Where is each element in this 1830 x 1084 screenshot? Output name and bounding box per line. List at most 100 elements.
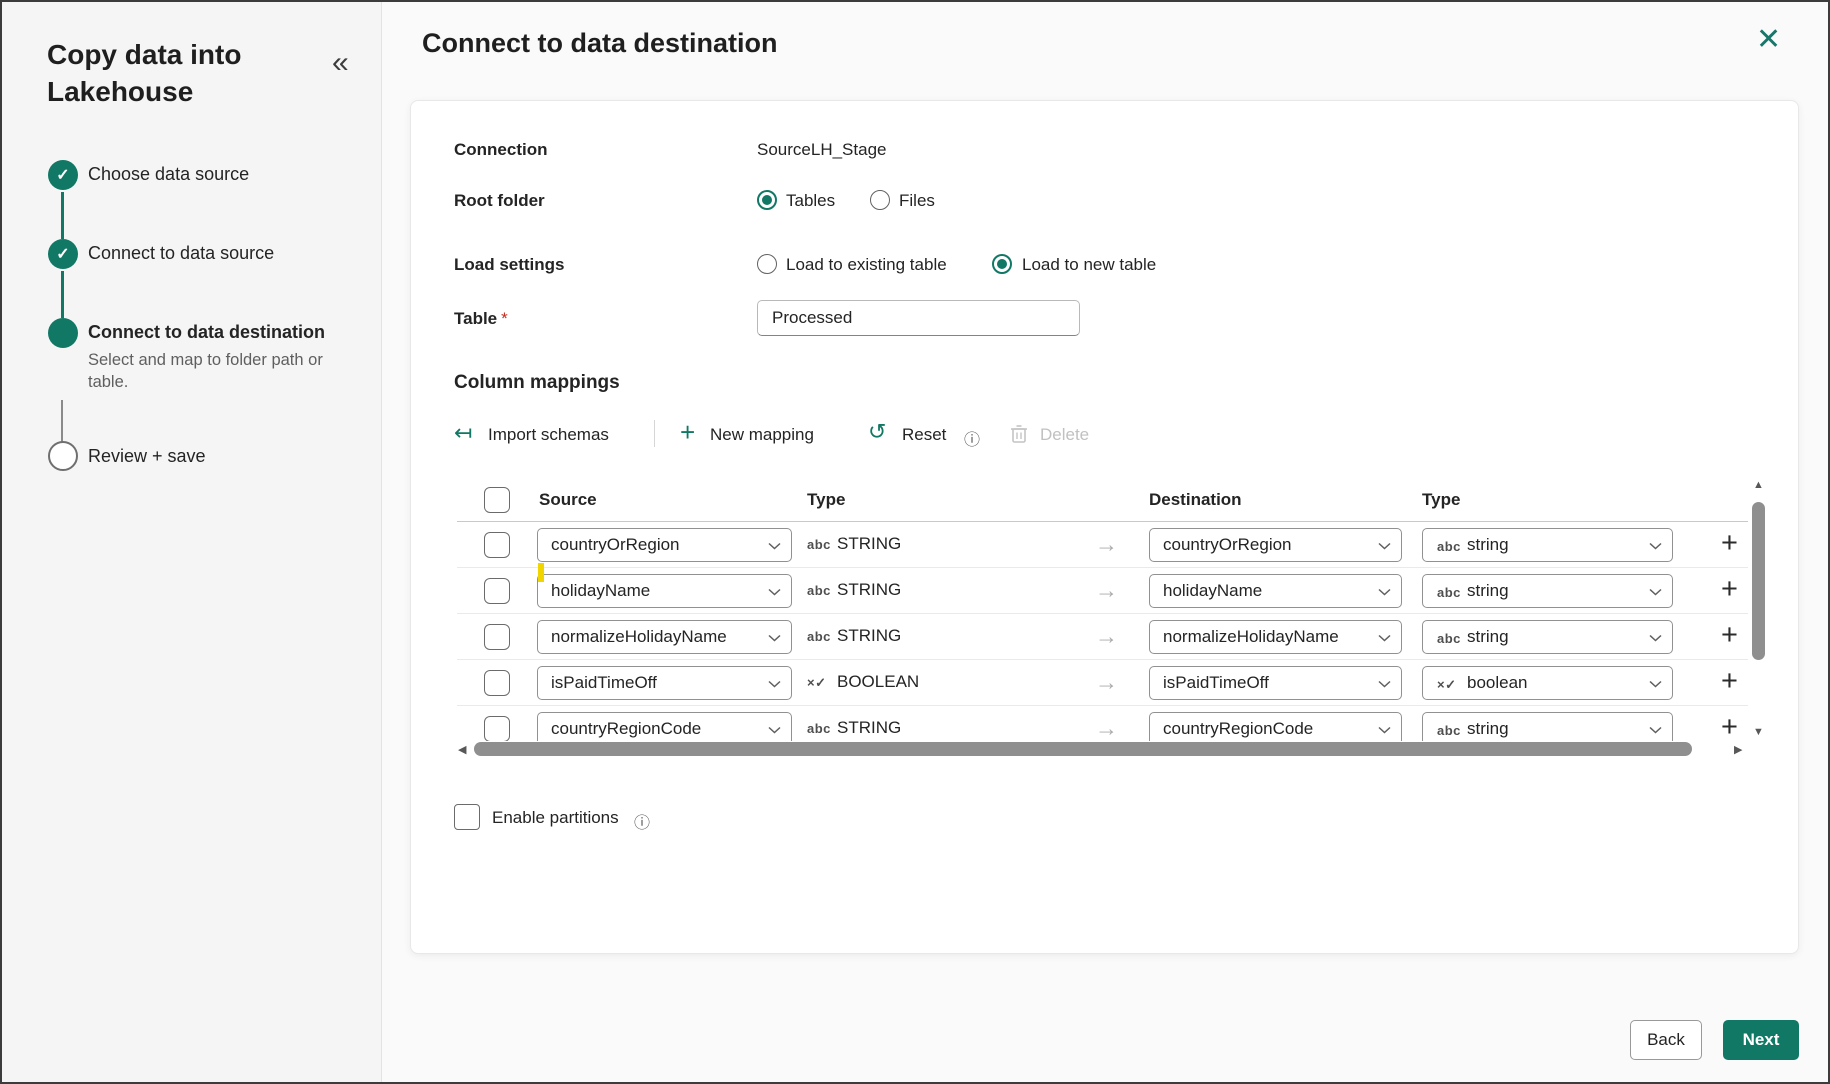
source-column-value: countryOrRegion bbox=[551, 535, 680, 554]
text-cursor-highlight bbox=[538, 563, 544, 582]
root-folder-label: Root folder bbox=[454, 191, 545, 210]
tables-radio[interactable] bbox=[757, 190, 777, 210]
sidebar-step-connect-data-destination[interactable]: Connect to data destination bbox=[88, 322, 325, 343]
check-icon: ✓ bbox=[56, 246, 70, 263]
mapping-row: normalizeHolidayName abc STRING → normal… bbox=[457, 614, 1748, 660]
enable-partitions-checkbox[interactable] bbox=[454, 804, 480, 830]
reset-button[interactable]: Reset bbox=[902, 425, 946, 445]
vertical-scrollbar-thumb[interactable] bbox=[1752, 502, 1765, 660]
next-button[interactable]: Next bbox=[1723, 1020, 1799, 1060]
mapping-arrow-icon: → bbox=[1095, 577, 1118, 603]
chevron-down-icon bbox=[1649, 588, 1662, 596]
source-column-value: countryRegionCode bbox=[551, 719, 702, 738]
destination-column-dropdown[interactable]: normalizeHolidayName bbox=[1149, 620, 1402, 654]
row-checkbox[interactable] bbox=[484, 716, 510, 741]
add-mapping-row-icon[interactable]: + bbox=[1721, 573, 1738, 606]
destination-column-dropdown[interactable]: holidayName bbox=[1149, 574, 1402, 608]
enable-partitions-label[interactable]: Enable partitions bbox=[492, 808, 619, 828]
destination-type-icon: ×✓ bbox=[1437, 677, 1457, 692]
mapping-row: countryOrRegion abc STRING → countryOrRe… bbox=[457, 522, 1748, 568]
destination-column-value: countryRegionCode bbox=[1163, 719, 1314, 738]
back-button[interactable]: Back bbox=[1630, 1020, 1702, 1060]
mapping-row: isPaidTimeOff ×✓ BOOLEAN → isPaidTimeOff… bbox=[457, 660, 1748, 706]
row-checkbox[interactable] bbox=[484, 624, 510, 650]
source-type-value: STRING bbox=[837, 626, 902, 645]
chevron-down-icon bbox=[768, 588, 781, 596]
connection-value: SourceLH_Stage bbox=[757, 140, 887, 159]
chevron-down-icon bbox=[1378, 542, 1391, 550]
add-mapping-row-icon[interactable]: + bbox=[1721, 527, 1738, 560]
files-radio-label[interactable]: Files bbox=[899, 191, 935, 211]
mapping-row: holidayName abc STRING → holidayName abc… bbox=[457, 568, 1748, 614]
source-column-dropdown[interactable]: countryRegionCode bbox=[537, 712, 792, 741]
destination-column-dropdown[interactable]: countryOrRegion bbox=[1149, 528, 1402, 562]
table-name-input[interactable] bbox=[757, 300, 1080, 336]
reset-icon: ↺ bbox=[868, 419, 887, 444]
import-schemas-button[interactable]: Import schemas bbox=[488, 425, 609, 445]
step4-todo-icon bbox=[48, 441, 78, 471]
destination-type-dropdown[interactable]: abc string bbox=[1422, 712, 1673, 741]
partitions-info-icon[interactable]: ⓘ bbox=[634, 809, 650, 833]
source-column-dropdown[interactable]: isPaidTimeOff bbox=[537, 666, 792, 700]
destination-type-dropdown[interactable]: ×✓ boolean bbox=[1422, 666, 1673, 700]
destination-column-dropdown[interactable]: countryRegionCode bbox=[1149, 712, 1402, 741]
destination-type-dropdown[interactable]: abc string bbox=[1422, 574, 1673, 608]
delete-button[interactable]: Delete bbox=[1040, 425, 1089, 445]
destination-column-value: countryOrRegion bbox=[1163, 535, 1292, 554]
chevron-down-icon bbox=[1649, 726, 1662, 734]
source-column-dropdown[interactable]: countryOrRegion bbox=[537, 528, 792, 562]
load-new-table-label[interactable]: Load to new table bbox=[1022, 255, 1156, 275]
source-type-value: BOOLEAN bbox=[837, 672, 920, 691]
source-type-value: STRING bbox=[837, 534, 902, 553]
destination-type-value: string bbox=[1467, 719, 1509, 738]
source-column-dropdown[interactable]: normalizeHolidayName bbox=[537, 620, 792, 654]
chevron-down-icon bbox=[1378, 680, 1391, 688]
copy-data-wizard-dialog: Copy data into Lakehouse « ✓ Choose data… bbox=[0, 0, 1830, 1084]
destination-type-icon: abc bbox=[1437, 631, 1461, 646]
mapping-arrow-icon: → bbox=[1095, 531, 1118, 557]
sidebar-step-review-save[interactable]: Review + save bbox=[88, 446, 206, 467]
row-checkbox[interactable] bbox=[484, 578, 510, 604]
source-column-dropdown[interactable]: holidayName bbox=[537, 574, 792, 608]
load-new-table-radio[interactable] bbox=[992, 254, 1012, 274]
source-type-value: STRING bbox=[837, 580, 902, 599]
add-mapping-row-icon[interactable]: + bbox=[1721, 711, 1738, 741]
step-description: Select and map to folder path or table. bbox=[88, 351, 323, 391]
mapping-arrow-icon: → bbox=[1095, 623, 1118, 649]
load-existing-table-label[interactable]: Load to existing table bbox=[786, 255, 947, 275]
type-column-header: Type bbox=[807, 490, 846, 509]
destination-column-dropdown[interactable]: isPaidTimeOff bbox=[1149, 666, 1402, 700]
row-checkbox[interactable] bbox=[484, 670, 510, 696]
reset-info-icon[interactable]: ⓘ bbox=[964, 426, 980, 450]
row-checkbox[interactable] bbox=[484, 532, 510, 558]
horizontal-scrollbar-thumb[interactable] bbox=[474, 742, 1692, 756]
chevron-down-icon bbox=[768, 726, 781, 734]
files-radio[interactable] bbox=[870, 190, 890, 210]
scroll-left-icon[interactable]: ◀ bbox=[458, 743, 466, 756]
mapping-arrow-icon: → bbox=[1095, 669, 1118, 695]
sidebar-step-choose-data-source[interactable]: Choose data source bbox=[88, 164, 249, 185]
destination-column-value: isPaidTimeOff bbox=[1163, 673, 1269, 692]
scroll-down-icon[interactable]: ▼ bbox=[1753, 726, 1764, 738]
add-mapping-row-icon[interactable]: + bbox=[1721, 665, 1738, 698]
mapping-arrow-icon: → bbox=[1095, 715, 1118, 741]
scroll-right-icon[interactable]: ▶ bbox=[1734, 743, 1742, 756]
collapse-sidebar-icon[interactable]: « bbox=[332, 46, 349, 80]
destination-type-dropdown[interactable]: abc string bbox=[1422, 528, 1673, 562]
destination-column-value: normalizeHolidayName bbox=[1163, 627, 1339, 646]
new-mapping-button[interactable]: New mapping bbox=[710, 425, 814, 445]
step-connector bbox=[61, 192, 64, 239]
mapping-rows-viewport: countryOrRegion abc STRING → countryOrRe… bbox=[457, 521, 1748, 741]
sidebar-step-connect-data-source[interactable]: Connect to data source bbox=[88, 243, 274, 264]
scroll-up-icon[interactable]: ▲ bbox=[1753, 479, 1764, 491]
load-existing-table-radio[interactable] bbox=[757, 254, 777, 274]
tables-radio-label[interactable]: Tables bbox=[786, 191, 835, 211]
toolbar-divider bbox=[654, 420, 655, 447]
load-settings-label: Load settings bbox=[454, 255, 565, 274]
close-icon[interactable]: ✕ bbox=[1756, 22, 1781, 57]
select-all-checkbox[interactable] bbox=[484, 487, 510, 513]
add-mapping-row-icon[interactable]: + bbox=[1721, 619, 1738, 652]
destination-type-dropdown[interactable]: abc string bbox=[1422, 620, 1673, 654]
destination-type-icon: abc bbox=[1437, 585, 1461, 600]
destination-type-value: string bbox=[1467, 627, 1509, 646]
